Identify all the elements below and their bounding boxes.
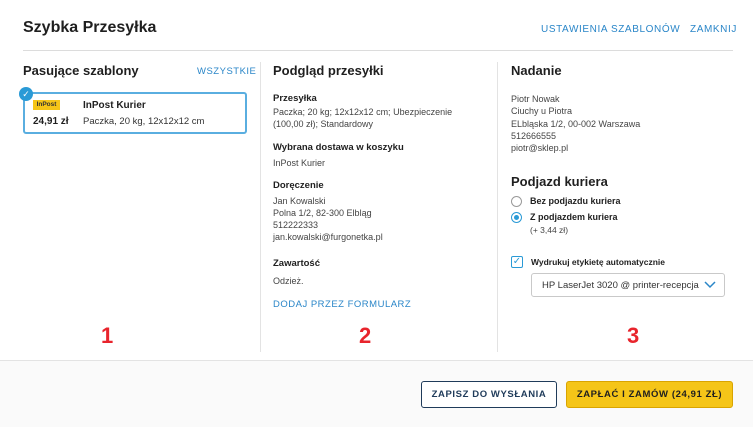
delivery-label: Wybrana dostawa w koszyku [273, 142, 404, 153]
annotation-number-2: 2 [359, 323, 372, 348]
pickup-title: Podjazd kuriera [511, 174, 608, 189]
annotation-number-1: 1 [101, 323, 114, 348]
no-pickup-label: Bez podjazdu kuriera [530, 196, 621, 206]
save-for-shipping-button[interactable]: ZAPISZ DO WYSŁANIA [421, 381, 557, 408]
contents-value: Odzież. [273, 276, 304, 286]
all-templates-link[interactable]: WSZYSTKIE [197, 66, 256, 77]
inpost-logo: InPost [33, 100, 60, 110]
column-divider-2 [497, 62, 498, 352]
print-label-checkbox[interactable]: ✓ [511, 256, 523, 268]
parcel-line-2: (100,00 zł); Standardowy [273, 119, 374, 129]
chevron-down-icon [704, 281, 716, 289]
delivery-value: InPost Kurier [273, 158, 326, 168]
recipient-label: Doręczenie [273, 180, 324, 191]
template-name: InPost Kurier [83, 100, 146, 111]
template-settings-link[interactable]: USTAWIENIA SZABLONÓW [541, 24, 680, 35]
recipient-email: jan.kowalski@furgonetka.pl [273, 232, 383, 242]
recipient-address: Polna 1/2, 82-300 Elbląg [273, 208, 372, 218]
printer-select[interactable]: HP LaserJet 3020 @ printer-recepcja [531, 273, 725, 297]
pickup-price: (+ 3,44 zł) [530, 225, 569, 235]
contents-label: Zawartość [273, 258, 320, 269]
pay-and-order-button[interactable]: ZAPŁAĆ I ZAMÓW (24,91 ZŁ) [566, 381, 733, 408]
add-by-form-link[interactable]: DODAJ PRZEZ FORMULARZ [273, 299, 411, 310]
parcel-label: Przesyłka [273, 93, 317, 104]
sender-phone: 512666555 [511, 131, 557, 141]
radio-no-pickup[interactable] [511, 196, 522, 207]
printer-select-value: HP LaserJet 3020 @ printer-recepcja [542, 280, 699, 291]
sender-address: ELbląska 1/2, 00-002 Warszawa [511, 119, 641, 129]
pickup-label: Z podjazdem kuriera [530, 212, 618, 222]
print-label-text: Wydrukuj etykietę automatycznie [531, 257, 665, 267]
sender-email: piotr@sklep.pl [511, 143, 569, 153]
parcel-line-1: Paczka; 20 kg; 12x12x12 cm; Ubezpieczeni… [273, 107, 453, 117]
sender-title: Nadanie [511, 63, 562, 78]
recipient-name: Jan Kowalski [273, 196, 326, 206]
template-card-inpost[interactable]: ✓ InPost InPost Kurier 24,91 zł Paczka, … [19, 87, 247, 134]
close-link[interactable]: ZAMKNIJ [690, 24, 737, 35]
template-price: 24,91 zł [33, 116, 69, 127]
annotation-number-3: 3 [627, 323, 640, 348]
dialog-title: Szybka Przesyłka [23, 19, 157, 36]
dialog-header: Szybka Przesyłka USTAWIENIA SZABLONÓW ZA… [0, 0, 753, 52]
radio-pickup[interactable] [511, 212, 522, 223]
template-description: Paczka, 20 kg, 12x12x12 cm [83, 116, 205, 127]
sender-name: Piotr Nowak [511, 94, 560, 104]
header-divider [23, 50, 733, 51]
recipient-phone: 512222333 [273, 220, 319, 230]
templates-title: Pasujące szablony [23, 63, 139, 78]
sender-company: Ciuchy u Piotra [511, 106, 573, 116]
selected-check-icon: ✓ [19, 87, 33, 101]
column-divider-1 [260, 62, 261, 352]
preview-title: Podgląd przesyłki [273, 63, 384, 78]
